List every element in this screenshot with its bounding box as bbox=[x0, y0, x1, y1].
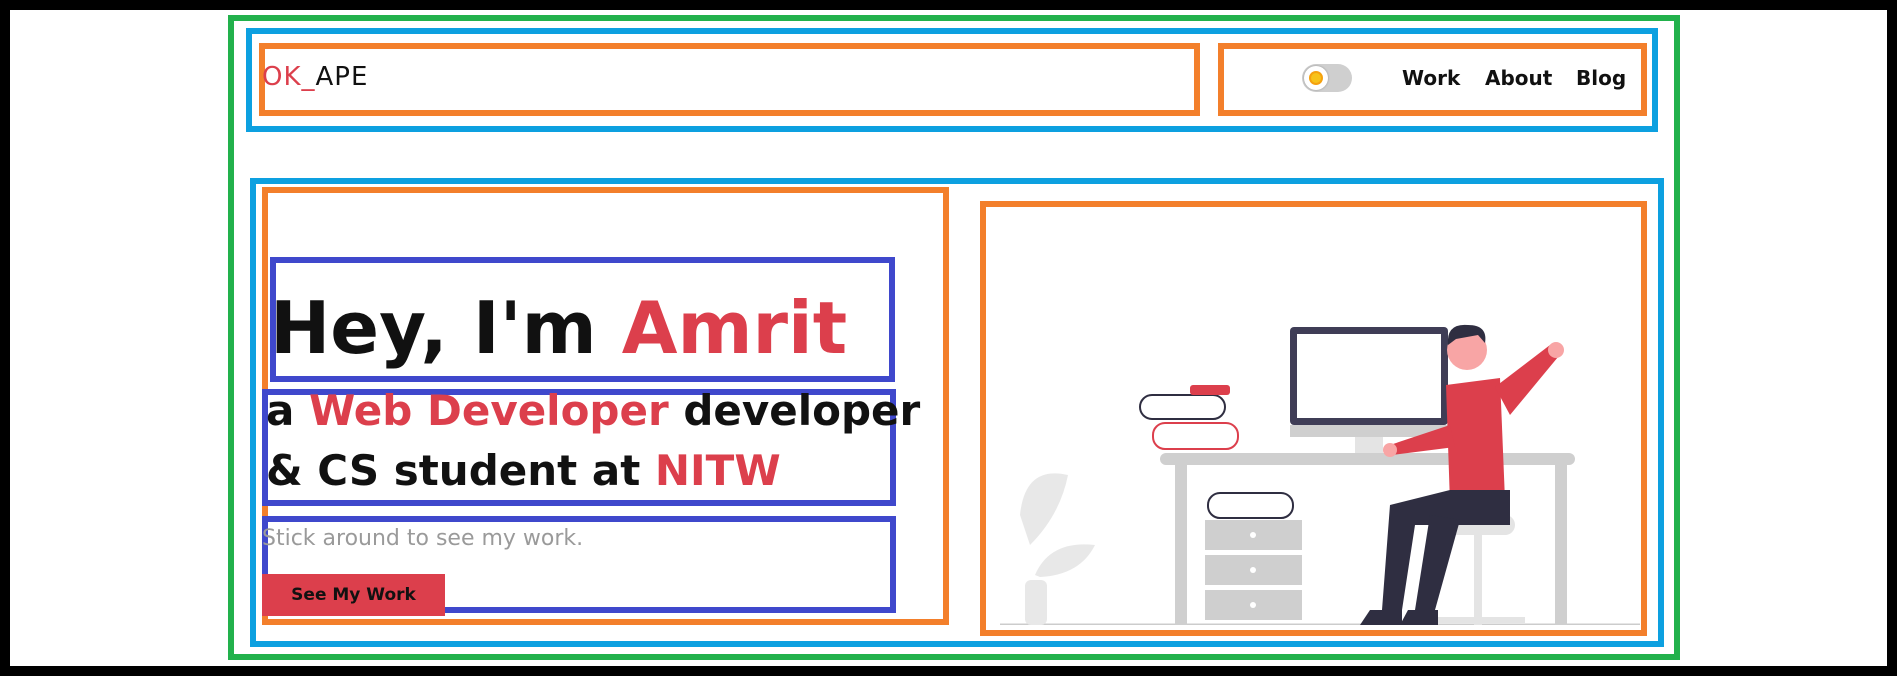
hero-subtitle: Stick around to see my work. bbox=[262, 526, 584, 551]
hero-line2-prefix: & CS student at bbox=[266, 446, 655, 495]
logo-text: APE bbox=[315, 62, 369, 92]
hero-name: Amrit bbox=[621, 286, 848, 370]
nav-link-blog[interactable]: Blog bbox=[1576, 66, 1626, 90]
frame-bottom bbox=[0, 666, 1897, 676]
frame-top bbox=[0, 0, 1897, 10]
hero-role-line: a Web Developer developer bbox=[266, 386, 920, 435]
hero-greeting: Hey, I'm bbox=[270, 286, 622, 370]
sun-icon bbox=[1311, 73, 1321, 83]
hero-line1-suffix: developer bbox=[668, 386, 921, 435]
toggle-knob bbox=[1304, 66, 1328, 90]
hero-title: Hey, I'm Amrit bbox=[270, 286, 847, 370]
developer-illustration bbox=[1000, 324, 1640, 625]
see-my-work-button[interactable]: See My Work bbox=[262, 574, 445, 616]
plant-icon bbox=[1020, 473, 1095, 625]
books-icon bbox=[1139, 385, 1294, 519]
desk bbox=[1160, 453, 1575, 625]
logo-region-box bbox=[259, 43, 1200, 116]
logo[interactable]: OK_APE bbox=[262, 62, 368, 92]
frame-right bbox=[1887, 0, 1897, 676]
hero-school: NITW bbox=[654, 446, 781, 495]
logo-accent: OK_ bbox=[262, 62, 316, 92]
hero-line1-prefix: a bbox=[266, 386, 309, 435]
nav-link-about[interactable]: About bbox=[1485, 66, 1552, 90]
hero-school-line: & CS student at NITW bbox=[266, 446, 781, 495]
nav-link-work[interactable]: Work bbox=[1402, 66, 1460, 90]
hero-role: Web Developer bbox=[308, 386, 669, 435]
theme-toggle[interactable] bbox=[1302, 64, 1352, 92]
frame-left bbox=[0, 0, 10, 676]
